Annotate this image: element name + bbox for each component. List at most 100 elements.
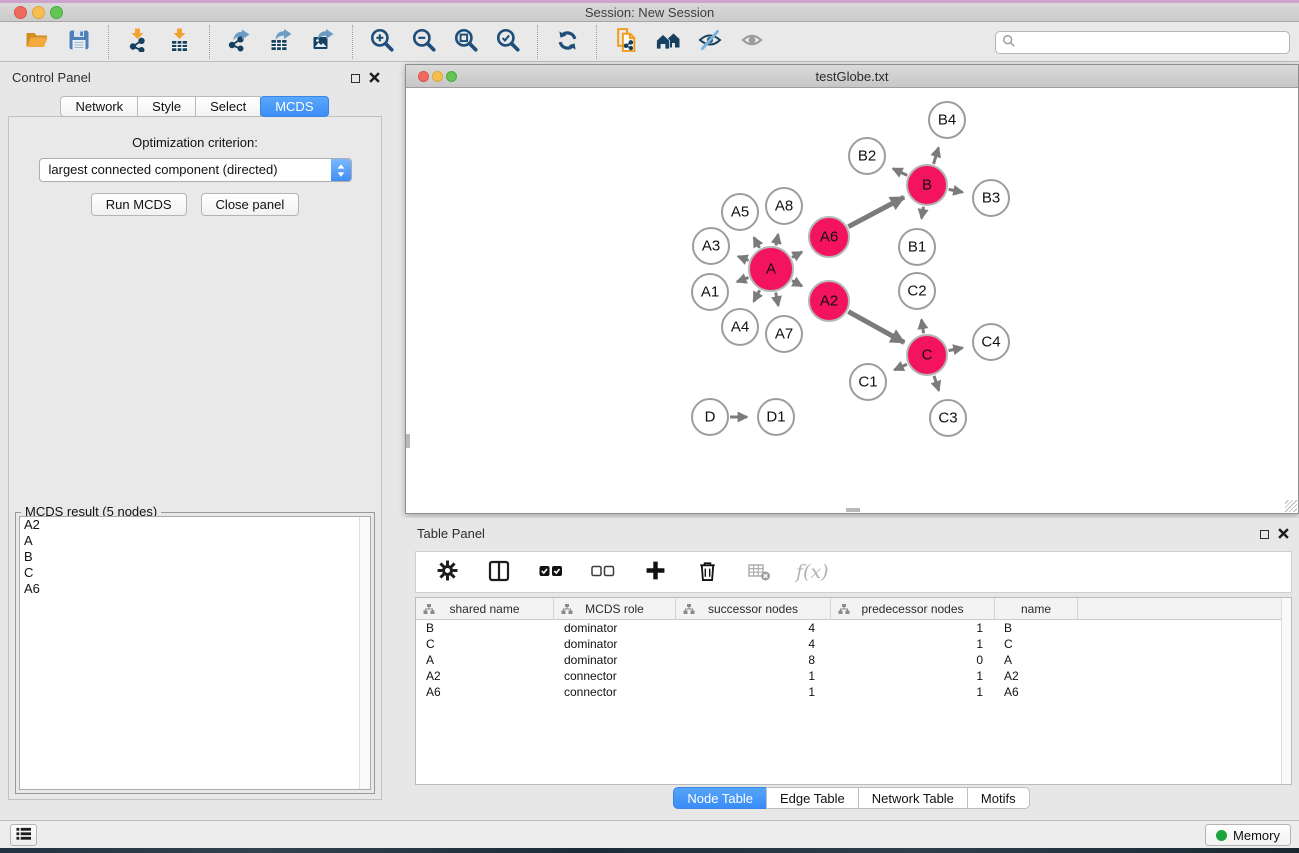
save-session-button[interactable]	[64, 27, 94, 57]
cell-successor-nodes[interactable]: 4	[676, 620, 831, 636]
export-image-button[interactable]	[308, 27, 338, 57]
cell-predecessor-nodes[interactable]: 1	[831, 636, 995, 652]
main-titlebar[interactable]: Session: New Session	[0, 3, 1299, 22]
column-header-mcds-role[interactable]: MCDS role	[554, 598, 676, 620]
cell-mcds-role[interactable]: connector	[554, 684, 676, 700]
zoom-out-button[interactable]	[409, 27, 439, 57]
tab-edge-table[interactable]: Edge Table	[766, 787, 859, 809]
cell-shared-name[interactable]: C	[416, 636, 554, 652]
cell-shared-name[interactable]: B	[416, 620, 554, 636]
close-panel-icon[interactable]	[1278, 527, 1289, 542]
tab-node-table[interactable]: Node Table	[673, 787, 767, 809]
float-panel-icon[interactable]	[1260, 530, 1269, 539]
tab-network[interactable]: Network	[60, 96, 138, 117]
graph-node-B[interactable]: B	[907, 165, 947, 205]
deselect-all-button[interactable]	[588, 557, 618, 587]
graph-node-C3[interactable]: C3	[930, 400, 966, 436]
graph-node-C1[interactable]: C1	[850, 364, 886, 400]
duplicate-network-button[interactable]	[611, 27, 641, 57]
tab-motifs[interactable]: Motifs	[967, 787, 1030, 809]
cell-name[interactable]: B	[995, 620, 1078, 636]
cell-name[interactable]: C	[995, 636, 1078, 652]
cell-successor-nodes[interactable]: 1	[676, 668, 831, 684]
mcds-result-item[interactable]: A6	[20, 581, 370, 597]
graph-node-B4[interactable]: B4	[929, 102, 965, 138]
graph-node-A7[interactable]: A7	[766, 316, 802, 352]
graph-node-A1[interactable]: A1	[692, 274, 728, 310]
cell-successor-nodes[interactable]: 4	[676, 636, 831, 652]
zoom-in-button[interactable]	[367, 27, 397, 57]
show-graphics-button[interactable]	[737, 27, 767, 57]
result-list-scrollbar[interactable]	[359, 517, 370, 789]
cell-mcds-role[interactable]: connector	[554, 668, 676, 684]
cell-predecessor-nodes[interactable]: 0	[831, 652, 995, 668]
cell-name[interactable]: A	[995, 652, 1078, 668]
table-row[interactable]: Adominator80A	[416, 652, 1281, 668]
graph-node-B3[interactable]: B3	[973, 180, 1009, 216]
float-panel-icon[interactable]	[351, 74, 360, 83]
network-window-titlebar[interactable]: testGlobe.txt	[406, 65, 1298, 88]
home-view-button[interactable]	[653, 27, 683, 57]
export-table-button[interactable]	[266, 27, 296, 57]
network-canvas[interactable]: A5 A8 A3 A6 A A1 A2 A4 A7 B2 B4 B B3	[406, 88, 1298, 513]
tab-mcds[interactable]: MCDS	[260, 96, 328, 117]
select-all-button[interactable]	[536, 557, 566, 587]
table-mode-button[interactable]	[432, 557, 462, 587]
table-row[interactable]: A2connector11A2	[416, 668, 1281, 684]
refresh-button[interactable]	[552, 27, 582, 57]
cell-mcds-role[interactable]: dominator	[554, 636, 676, 652]
delete-table-button[interactable]	[744, 557, 774, 587]
table-scrollbar[interactable]	[1281, 598, 1291, 784]
column-header-shared-name[interactable]: shared name	[416, 598, 554, 620]
export-network-button[interactable]	[224, 27, 254, 57]
tab-network-table[interactable]: Network Table	[858, 787, 968, 809]
graph-node-C2[interactable]: C2	[899, 273, 935, 309]
table-row[interactable]: A6connector11A6	[416, 684, 1281, 700]
cell-mcds-role[interactable]: dominator	[554, 652, 676, 668]
cell-name[interactable]: A2	[995, 668, 1078, 684]
mcds-result-item[interactable]: C	[20, 565, 370, 581]
cell-predecessor-nodes[interactable]: 1	[831, 668, 995, 684]
mcds-result-item[interactable]: A2	[20, 517, 370, 533]
graph-node-A3[interactable]: A3	[693, 228, 729, 264]
memory-button[interactable]: Memory	[1205, 824, 1291, 846]
criterion-dropdown[interactable]: largest connected component (directed)	[39, 158, 352, 182]
run-mcds-button[interactable]: Run MCDS	[91, 193, 187, 216]
add-column-button[interactable]	[640, 557, 670, 587]
search-input[interactable]	[1020, 33, 1289, 52]
cell-shared-name[interactable]: A2	[416, 668, 554, 684]
import-table-button[interactable]	[165, 27, 195, 57]
cell-successor-nodes[interactable]: 8	[676, 652, 831, 668]
hide-graphics-button[interactable]	[695, 27, 725, 57]
graph-node-A2[interactable]: A2	[809, 281, 849, 321]
function-builder-button[interactable]: f(x)	[796, 561, 829, 583]
task-history-button[interactable]	[10, 824, 37, 846]
mcds-result-list[interactable]: A2ABCA6	[19, 516, 371, 790]
mcds-result-item[interactable]: A	[20, 533, 370, 549]
graph-node-A[interactable]: A	[749, 247, 793, 291]
cell-predecessor-nodes[interactable]: 1	[831, 620, 995, 636]
column-header-successor-nodes[interactable]: successor nodes	[676, 598, 831, 620]
graph-node-D[interactable]: D	[692, 399, 728, 435]
cell-predecessor-nodes[interactable]: 1	[831, 684, 995, 700]
toolbar-search-field[interactable]	[995, 31, 1290, 54]
cell-shared-name[interactable]: A	[416, 652, 554, 668]
tab-style[interactable]: Style	[137, 96, 196, 117]
graph-node-A4[interactable]: A4	[722, 309, 758, 345]
open-session-button[interactable]	[22, 27, 52, 57]
graph-node-B1[interactable]: B1	[899, 229, 935, 265]
delete-columns-button[interactable]	[692, 557, 722, 587]
canvas-vertical-scrollbar[interactable]	[406, 434, 410, 448]
cell-shared-name[interactable]: A6	[416, 684, 554, 700]
cell-mcds-role[interactable]: dominator	[554, 620, 676, 636]
cell-name[interactable]: A6	[995, 684, 1078, 700]
graph-node-B2[interactable]: B2	[849, 138, 885, 174]
graph-node-A8[interactable]: A8	[766, 188, 802, 224]
canvas-horizontal-scrollbar[interactable]	[846, 508, 860, 512]
tab-select[interactable]: Select	[195, 96, 261, 117]
close-panel-icon[interactable]	[369, 71, 380, 86]
mcds-result-item[interactable]: B	[20, 549, 370, 565]
table-row[interactable]: Cdominator41C	[416, 636, 1281, 652]
graph-node-A5[interactable]: A5	[722, 194, 758, 230]
graph-node-D1[interactable]: D1	[758, 399, 794, 435]
